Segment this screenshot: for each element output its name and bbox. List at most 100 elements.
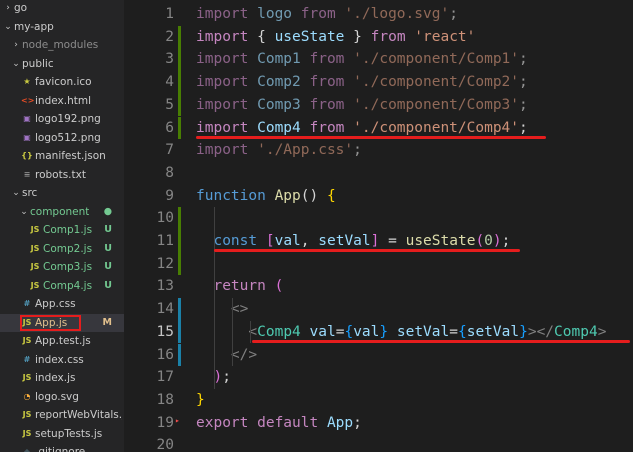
explorer-file[interactable]: JS Comp2.js U: [0, 240, 124, 258]
js-icon: JS: [22, 428, 32, 438]
code-text: }: [196, 389, 205, 412]
explorer-file[interactable]: JS Comp4.js U: [0, 277, 124, 295]
code-token: ></: [527, 323, 555, 340]
code-token: './component/Comp2': [353, 74, 520, 91]
explorer-item-label: my-app: [14, 20, 54, 33]
code-line[interactable]: 20: [124, 434, 633, 452]
explorer-file[interactable]: JS Comp1.js U: [0, 221, 124, 239]
code-token: ): [492, 233, 502, 249]
code-line[interactable]: 3 import Comp1 from './component/Comp1';: [124, 48, 633, 72]
explorer-file[interactable]: <> index.html: [0, 92, 124, 110]
line-number: 20: [156, 437, 174, 452]
line-number: 12: [156, 255, 174, 272]
image-icon: ▣: [23, 132, 31, 142]
code-line[interactable]: 5 import Comp3 from './component/Comp3';: [124, 93, 633, 117]
code-token: =: [379, 233, 406, 249]
code-token: (: [274, 278, 284, 295]
annotation-underline: [252, 339, 630, 343]
explorer-file[interactable]: JS setupTests.js: [0, 425, 124, 443]
css-icon: #: [23, 354, 31, 364]
explorer-item-label: logo192.png: [35, 113, 101, 125]
explorer-file[interactable]: # index.css: [0, 351, 124, 369]
js-icon: JS: [22, 373, 32, 382]
code-text: return (: [196, 275, 283, 298]
explorer-item-label: .gitignore: [35, 446, 86, 452]
code-line[interactable]: 14 <>: [124, 298, 633, 321]
code-token: }: [344, 28, 371, 45]
explorer-item-label: index.html: [35, 94, 91, 107]
code-line[interactable]: 10: [124, 207, 633, 230]
explorer-item-label: logo512.png: [35, 131, 101, 144]
chevron-right-icon[interactable]: ›: [3, 0, 13, 17]
code-line[interactable]: 1 import logo from './logo.svg';: [124, 3, 633, 26]
explorer-file[interactable]: ≡ robots.txt: [0, 166, 124, 184]
line-number: 19: [156, 414, 174, 431]
gutter-added-marker: [178, 25, 181, 49]
line-number: 1: [165, 6, 174, 22]
code-line[interactable]: 7 import './App.css';: [124, 139, 633, 162]
explorer-folder[interactable]: ⌄ src: [0, 184, 124, 202]
explorer-file[interactable]: JS index.js: [0, 369, 124, 387]
line-number: 8: [165, 164, 174, 181]
explorer-file[interactable]: ◔ logo.svg: [0, 388, 124, 406]
indent-guide: [250, 320, 251, 344]
chevron-down-icon[interactable]: ⌄: [19, 203, 29, 221]
chevron-down-icon[interactable]: ⌄: [3, 18, 13, 36]
explorer-file[interactable]: ▣ logo512.png: [0, 129, 124, 147]
explorer-file[interactable]: ▣ logo192.png: [0, 110, 124, 128]
annotation-highlight-box: [20, 314, 81, 331]
explorer-folder[interactable]: › node_modules: [0, 36, 124, 54]
code-editor[interactable]: 1 import logo from './logo.svg'; 2 import {…: [124, 0, 633, 452]
explorer-item-label: logo.svg: [35, 390, 79, 403]
explorer-folder[interactable]: ⌄ public: [0, 55, 124, 73]
code-token: Comp1: [257, 51, 301, 68]
code-line[interactable]: 13 return (: [124, 275, 633, 298]
chevron-right-icon[interactable]: ›: [11, 36, 21, 54]
explorer-file[interactable]: # App.css: [0, 295, 124, 313]
code-token: ;: [519, 119, 528, 136]
code-line[interactable]: 18}: [124, 389, 633, 412]
explorer-file[interactable]: JS Comp3.js U: [0, 258, 124, 276]
explorer-file[interactable]: JS reportWebVitals.js: [0, 406, 124, 424]
chevron-down-icon[interactable]: ⌄: [11, 184, 21, 202]
json-icon: {}: [21, 151, 33, 160]
explorer-file[interactable]: JS App.js M: [0, 313, 124, 332]
code-line[interactable]: 8: [124, 162, 633, 185]
code-token: ;: [501, 233, 511, 249]
code-line[interactable]: 9 function App() {: [124, 185, 633, 208]
explorer-file[interactable]: JS App.test.js: [0, 332, 124, 350]
code-token: import: [196, 142, 258, 159]
explorer-file[interactable]: ★ favicon.ico: [0, 73, 124, 91]
code-token: App: [326, 414, 354, 431]
explorer-item-label: public: [22, 57, 54, 70]
chevron-down-icon[interactable]: ⌄: [11, 55, 21, 73]
code-line[interactable]: 12: [124, 252, 633, 276]
explorer-item-label: go: [14, 2, 28, 14]
explorer-folder[interactable]: › go: [0, 0, 124, 17]
explorer-folder[interactable]: ⌄ my-app: [0, 18, 124, 36]
explorer-file[interactable]: {} manifest.json: [0, 147, 124, 165]
code-line[interactable]: 16 </>: [124, 343, 633, 367]
code-text: </>: [196, 344, 257, 367]
code-line[interactable]: 17 );: [124, 366, 633, 389]
code-token: import: [196, 96, 258, 113]
explorer-item-label: Comp2.js: [43, 242, 93, 255]
code-line[interactable]: 19 ▸ export default App;: [124, 412, 633, 435]
explorer-folder[interactable]: ⌄ component ●: [0, 203, 124, 221]
explorer-item-label: node_modules: [22, 39, 99, 51]
code-line[interactable]: 2 import { useState } from 'react': [124, 25, 633, 49]
code-token: useState: [405, 233, 476, 249]
code-token: export: [196, 414, 258, 431]
line-number: 2: [165, 28, 174, 45]
explorer-item-label: Comp1.js: [43, 224, 93, 236]
html-icon: <>: [21, 95, 35, 105]
code-text: import './App.css';: [196, 139, 362, 162]
code-token: {: [344, 323, 354, 340]
explorer-item-label: setupTests.js: [35, 427, 103, 440]
explorer-file[interactable]: ◆ .gitignore: [0, 443, 124, 452]
code-line[interactable]: 4 import Comp2 from './component/Comp2';: [124, 71, 633, 94]
text-icon: ≡: [23, 169, 31, 179]
code-token: './component/Comp3': [353, 96, 520, 113]
